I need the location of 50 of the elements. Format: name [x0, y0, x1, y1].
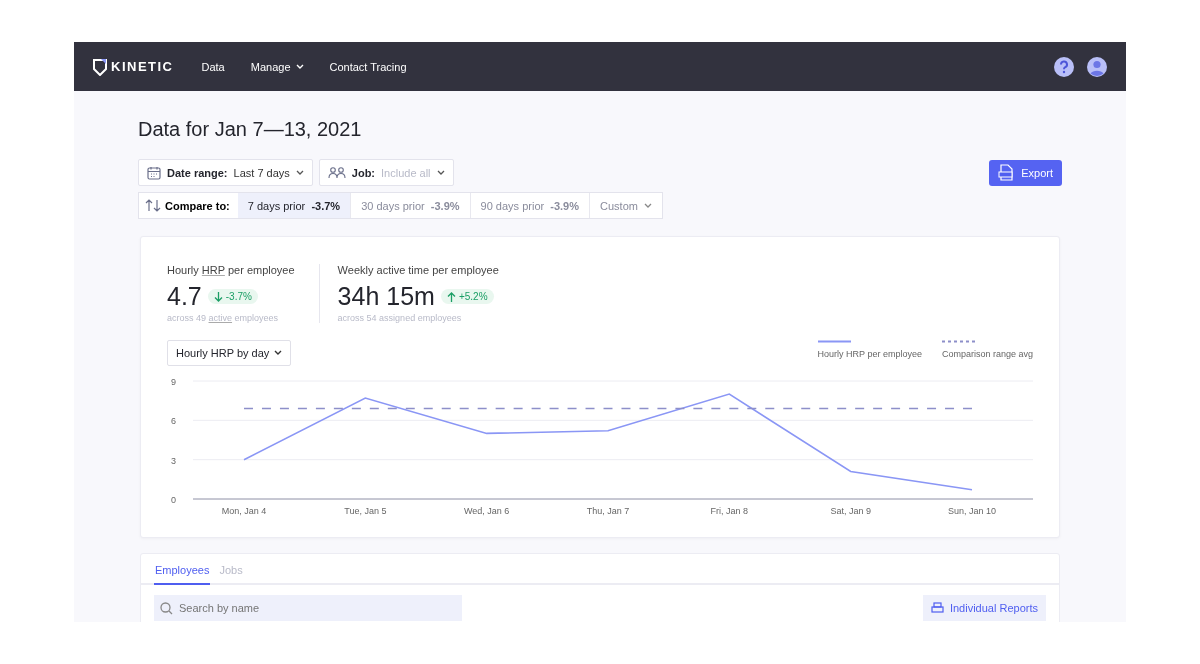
x-axis-label: Tue, Jan 5	[344, 506, 387, 516]
export-button[interactable]: Export	[989, 159, 1062, 186]
metric-value: 4.7	[167, 282, 202, 311]
metric-value: 34h 15m	[337, 282, 435, 311]
change-badge: +5.2%	[440, 289, 494, 304]
chevron-down-icon	[274, 350, 283, 356]
individual-reports-button[interactable]: Individual Reports	[922, 595, 1046, 621]
metric-caption: across 49 active employees	[167, 313, 280, 323]
x-axis-label: Sat, Jan 9	[830, 506, 871, 516]
csv-file-icon	[998, 164, 1015, 181]
y-axis-label: 3	[171, 455, 176, 466]
avatar-icon[interactable]	[1086, 55, 1108, 78]
nav-link[interactable]: Manage	[250, 60, 304, 73]
calendar-icon	[147, 165, 161, 180]
legend-line-icon	[817, 340, 851, 343]
filter-dropdown[interactable]: Date range: Last 7 days	[138, 159, 313, 186]
printer-icon	[930, 602, 944, 614]
metric-label: Weekly active time per employee	[337, 264, 499, 276]
change-badge: -3.7%	[207, 289, 258, 304]
x-axis-label: Mon, Jan 4	[221, 506, 267, 516]
chevron-down-icon	[436, 169, 445, 176]
y-axis-label: 6	[171, 416, 176, 427]
x-axis-label: Fri, Jan 8	[710, 506, 749, 516]
search-field[interactable]: Search by name	[154, 595, 462, 621]
x-axis-label: Wed, Jan 6	[464, 506, 510, 516]
nav-link[interactable]: Contact Tracing	[329, 60, 407, 73]
nav-link[interactable]: Data	[201, 60, 225, 73]
filter-dropdown[interactable]: Job: Include all	[318, 159, 454, 186]
legend-label: Hourly HRP per employee	[817, 349, 922, 359]
metric-caption: across 54 assigned employees	[337, 313, 463, 323]
y-axis-label: 9	[171, 377, 176, 387]
legend-dashed-line-icon	[941, 340, 975, 343]
y-axis-label: 0	[171, 495, 176, 505]
compare-label: Compare to:	[165, 199, 230, 212]
metric-label: Hourly HRP per employee	[167, 264, 295, 276]
legend-label: Comparison range avg	[941, 349, 1033, 359]
compare-option[interactable]: 7 days prior -3.7%	[237, 193, 351, 218]
chevron-down-icon	[295, 63, 304, 70]
chevron-down-icon	[643, 202, 652, 209]
x-axis-label: Sun, Jan 10	[948, 506, 996, 516]
sort-arrows-icon	[145, 199, 161, 212]
shield-logo-icon	[92, 57, 108, 76]
help-icon[interactable]	[1053, 55, 1075, 78]
chevron-down-icon	[295, 169, 304, 176]
page-title: Data for Jan 7—13, 2021	[138, 117, 363, 142]
people-icon	[327, 166, 346, 179]
x-axis-label: Thu, Jan 7	[586, 506, 630, 516]
tab[interactable]: Employees	[154, 554, 211, 585]
brand-name[interactable]: KINETIC	[111, 59, 174, 74]
chart-type-dropdown[interactable]: Hourly HRP by day	[167, 340, 292, 366]
